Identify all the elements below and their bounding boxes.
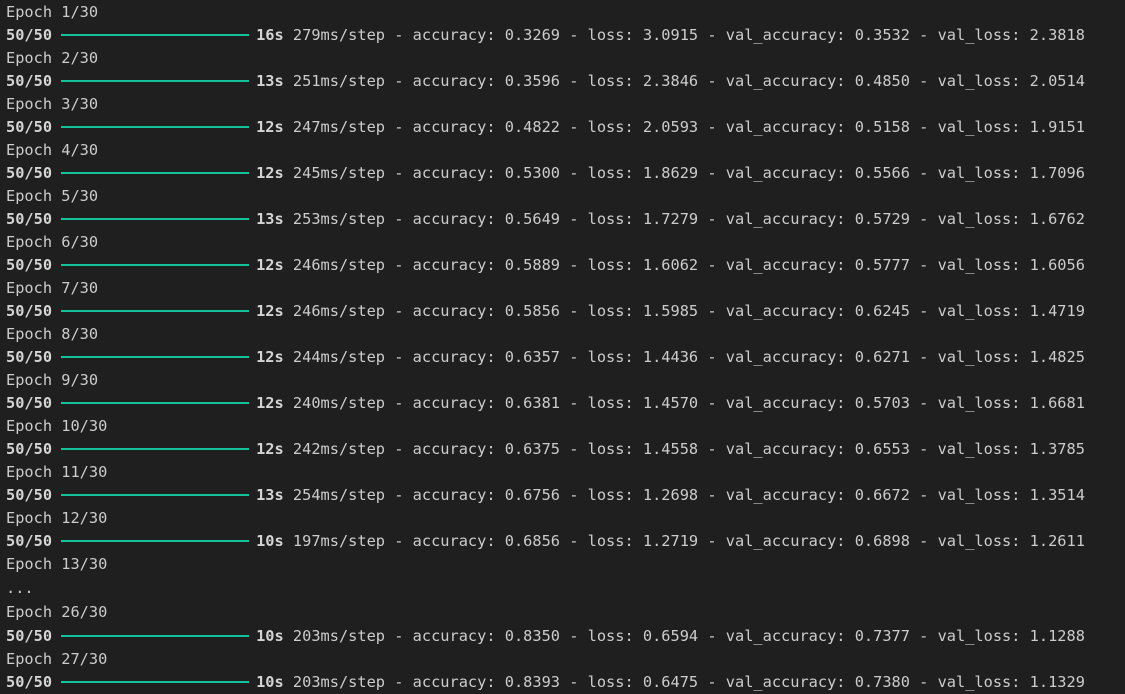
step-count: 50/50 [6, 72, 53, 90]
epoch-time: 10s [256, 532, 284, 550]
step-count: 50/50 [6, 673, 53, 691]
epoch-time: 12s [256, 394, 284, 412]
step-count: 50/50 [6, 118, 53, 136]
step-count: 50/50 [6, 164, 53, 182]
epoch-header: Epoch 4/30 [6, 141, 99, 159]
metrics-text: 247ms/step - accuracy: 0.4822 - loss: 2.… [292, 118, 1085, 136]
metrics-text: 203ms/step - accuracy: 0.8393 - loss: 0.… [292, 673, 1085, 691]
epoch-time: 10s [256, 627, 284, 645]
metrics-text: 245ms/step - accuracy: 0.5300 - loss: 1.… [292, 164, 1085, 182]
progress-line: 50/50 13s 254ms/step - accuracy: 0.6756 -… [6, 484, 1125, 507]
epoch-time: 12s [256, 302, 284, 320]
progress-bar [61, 79, 250, 82]
metrics-text: 244ms/step - accuracy: 0.6357 - loss: 1.… [292, 348, 1085, 366]
terminal-output[interactable]: Epoch 1/30 50/50 16s 279ms/step - accuracy… [0, 0, 1125, 694]
epoch-time: 12s [256, 164, 284, 182]
epoch-header: Epoch 9/30 [6, 371, 99, 389]
epoch-header: Epoch 8/30 [6, 325, 99, 343]
metrics-text: 254ms/step - accuracy: 0.6756 - loss: 1.… [292, 486, 1085, 504]
metrics-text: 203ms/step - accuracy: 0.8350 - loss: 0.… [292, 627, 1085, 645]
progress-line: 50/50 13s 251ms/step - accuracy: 0.3596 -… [6, 70, 1125, 93]
progress-bar [61, 309, 250, 312]
step-count: 50/50 [6, 627, 53, 645]
epoch-time: 16s [256, 26, 284, 44]
progress-bar [61, 493, 250, 496]
epoch-time: 13s [256, 72, 284, 90]
progress-line: 50/50 13s 253ms/step - accuracy: 0.5649 -… [6, 208, 1125, 231]
epoch-header: Epoch 27/30 [6, 650, 108, 668]
epoch-time: 12s [256, 440, 284, 458]
progress-line: 50/50 10s 197ms/step - accuracy: 0.6856 -… [6, 530, 1125, 553]
epoch-header: Epoch 11/30 [6, 463, 108, 481]
epoch-header: Epoch 13/30 [6, 555, 108, 573]
metrics-text: 197ms/step - accuracy: 0.6856 - loss: 1.… [292, 532, 1085, 550]
step-count: 50/50 [6, 532, 53, 550]
epoch-header: Epoch 6/30 [6, 233, 99, 251]
progress-bar [61, 680, 250, 683]
progress-bar [61, 447, 250, 450]
epoch-time: 12s [256, 256, 284, 274]
epoch-header: Epoch 5/30 [6, 187, 99, 205]
step-count: 50/50 [6, 486, 53, 504]
progress-line: 50/50 12s 246ms/step - accuracy: 0.5856 -… [6, 300, 1125, 323]
progress-line: 50/50 12s 244ms/step - accuracy: 0.6357 -… [6, 346, 1125, 369]
epoch-header: Epoch 1/30 [6, 3, 99, 21]
metrics-text: 240ms/step - accuracy: 0.6381 - loss: 1.… [292, 394, 1085, 412]
progress-line: 50/50 16s 279ms/step - accuracy: 0.3269 -… [6, 24, 1125, 47]
epoch-header: Epoch 3/30 [6, 95, 99, 113]
progress-line: 50/50 10s 203ms/step - accuracy: 0.8393 -… [6, 671, 1125, 694]
epoch-header: Epoch 12/30 [6, 509, 108, 527]
epoch-time: 10s [256, 673, 284, 691]
metrics-text: 246ms/step - accuracy: 0.5889 - loss: 1.… [292, 256, 1085, 274]
step-count: 50/50 [6, 440, 53, 458]
metrics-text: 279ms/step - accuracy: 0.3269 - loss: 3.… [292, 26, 1085, 44]
metrics-text: 253ms/step - accuracy: 0.5649 - loss: 1.… [292, 210, 1085, 228]
metrics-text: 246ms/step - accuracy: 0.5856 - loss: 1.… [292, 302, 1085, 320]
epoch-time: 13s [256, 210, 284, 228]
ellipsis-line: ... [6, 579, 34, 597]
progress-bar [61, 33, 250, 36]
step-count: 50/50 [6, 26, 53, 44]
progress-bar [61, 125, 250, 128]
step-count: 50/50 [6, 302, 53, 320]
progress-line: 50/50 12s 247ms/step - accuracy: 0.4822 -… [6, 116, 1125, 139]
progress-bar [61, 401, 250, 404]
step-count: 50/50 [6, 394, 53, 412]
step-count: 50/50 [6, 210, 53, 228]
progress-bar [61, 355, 250, 358]
epoch-time: 12s [256, 118, 284, 136]
step-count: 50/50 [6, 256, 53, 274]
progress-bar [61, 539, 250, 542]
progress-line: 50/50 12s 242ms/step - accuracy: 0.6375 -… [6, 438, 1125, 461]
progress-bar [61, 217, 250, 220]
epoch-header: Epoch 10/30 [6, 417, 108, 435]
progress-line: 50/50 12s 246ms/step - accuracy: 0.5889 -… [6, 254, 1125, 277]
epoch-header: Epoch 26/30 [6, 603, 108, 621]
metrics-text: 251ms/step - accuracy: 0.3596 - loss: 2.… [292, 72, 1085, 90]
step-count: 50/50 [6, 348, 53, 366]
progress-line: 50/50 12s 245ms/step - accuracy: 0.5300 -… [6, 162, 1125, 185]
epoch-header: Epoch 7/30 [6, 279, 99, 297]
progress-line: 50/50 10s 203ms/step - accuracy: 0.8350 -… [6, 624, 1125, 648]
progress-bar [61, 263, 250, 266]
progress-bar [61, 171, 250, 174]
metrics-text: 242ms/step - accuracy: 0.6375 - loss: 1.… [292, 440, 1085, 458]
epoch-header: Epoch 2/30 [6, 49, 99, 67]
progress-line: 50/50 12s 240ms/step - accuracy: 0.6381 -… [6, 392, 1125, 415]
epoch-time: 13s [256, 486, 284, 504]
epoch-time: 12s [256, 348, 284, 366]
progress-bar [61, 634, 250, 637]
